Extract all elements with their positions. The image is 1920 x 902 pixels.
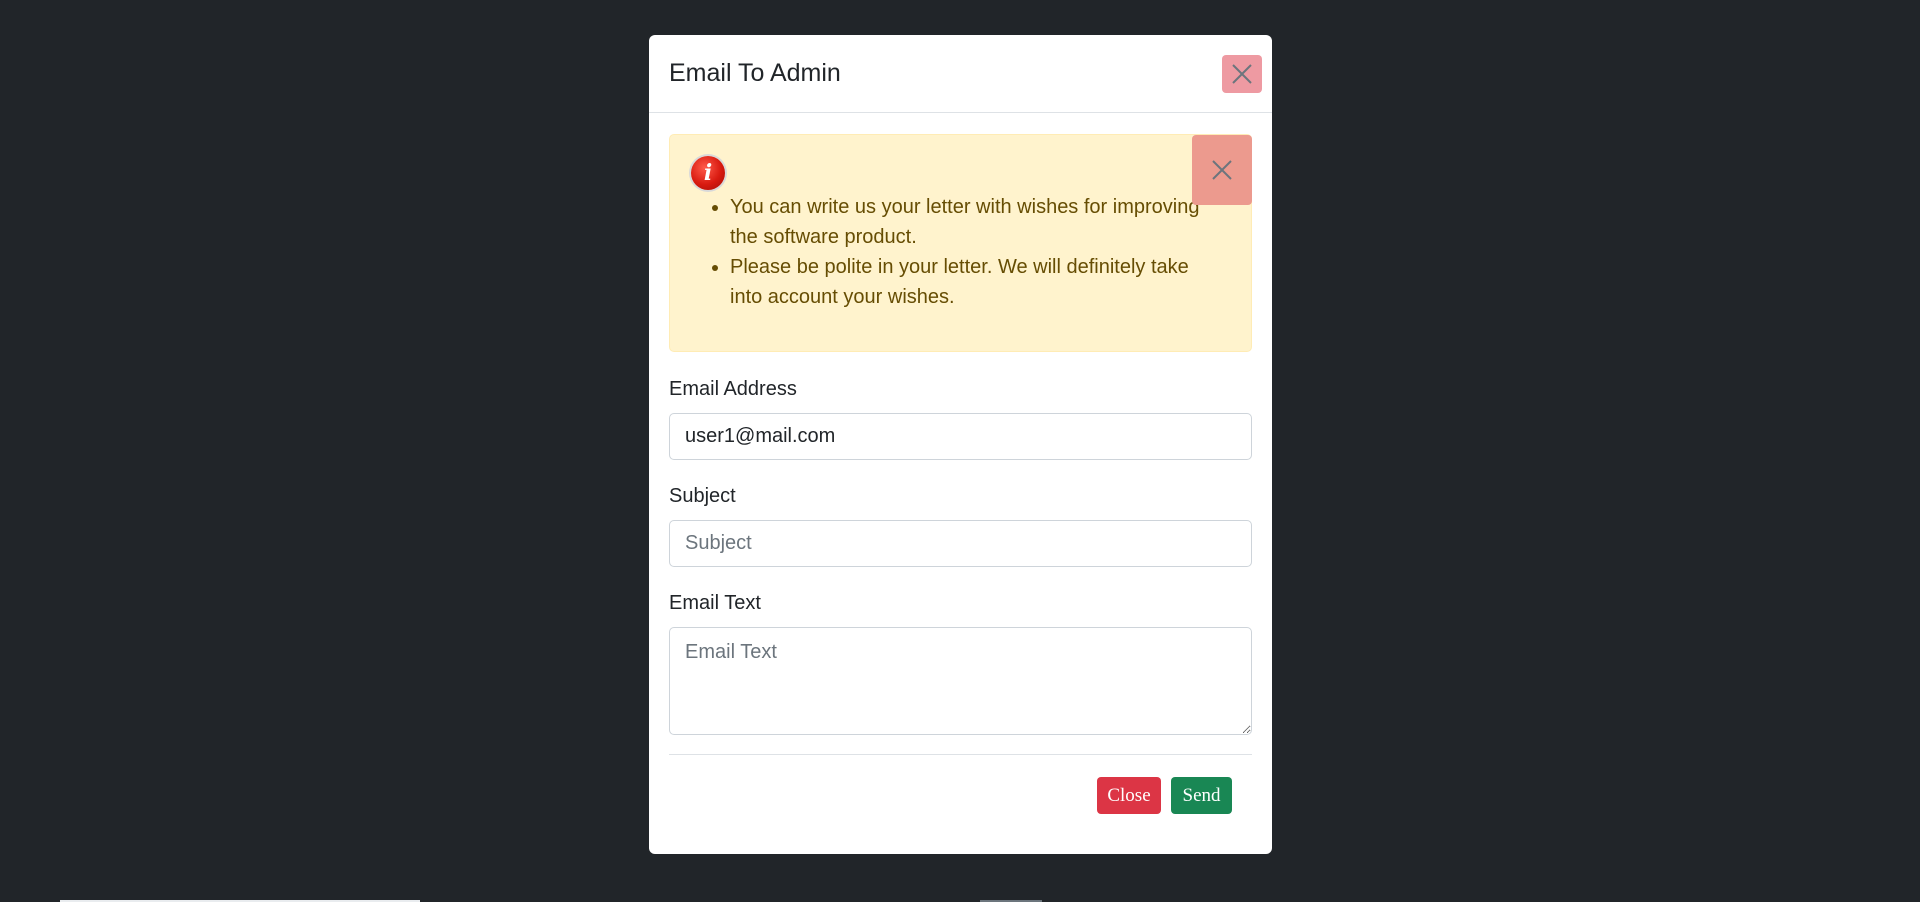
email-to-admin-modal: Email To Admin i You can write us your l… [649,35,1272,854]
email-text-label: Email Text [669,592,761,614]
close-icon [1212,160,1232,180]
alert-close-button[interactable] [1192,135,1252,205]
alert-list-item: You can write us your letter with wishes… [730,192,1200,252]
close-icon [1232,64,1252,84]
footer-divider [669,754,1252,755]
info-alert: i You can write us your letter with wish… [669,134,1252,352]
subject-label: Subject [669,485,736,507]
close-button[interactable]: Close [1097,777,1161,814]
alert-list: You can write us your letter with wishes… [710,192,1200,312]
info-icon: i [691,156,725,190]
subject-input[interactable] [669,520,1252,567]
email-label: Email Address [669,378,797,400]
modal-header: Email To Admin [649,35,1272,113]
modal-close-button[interactable] [1222,55,1262,93]
alert-list-item: Please be polite in your letter. We will… [730,252,1200,312]
send-button[interactable]: Send [1171,777,1232,814]
email-text-textarea[interactable] [669,627,1252,735]
modal-title: Email To Admin [669,59,841,87]
email-field[interactable] [669,413,1252,460]
